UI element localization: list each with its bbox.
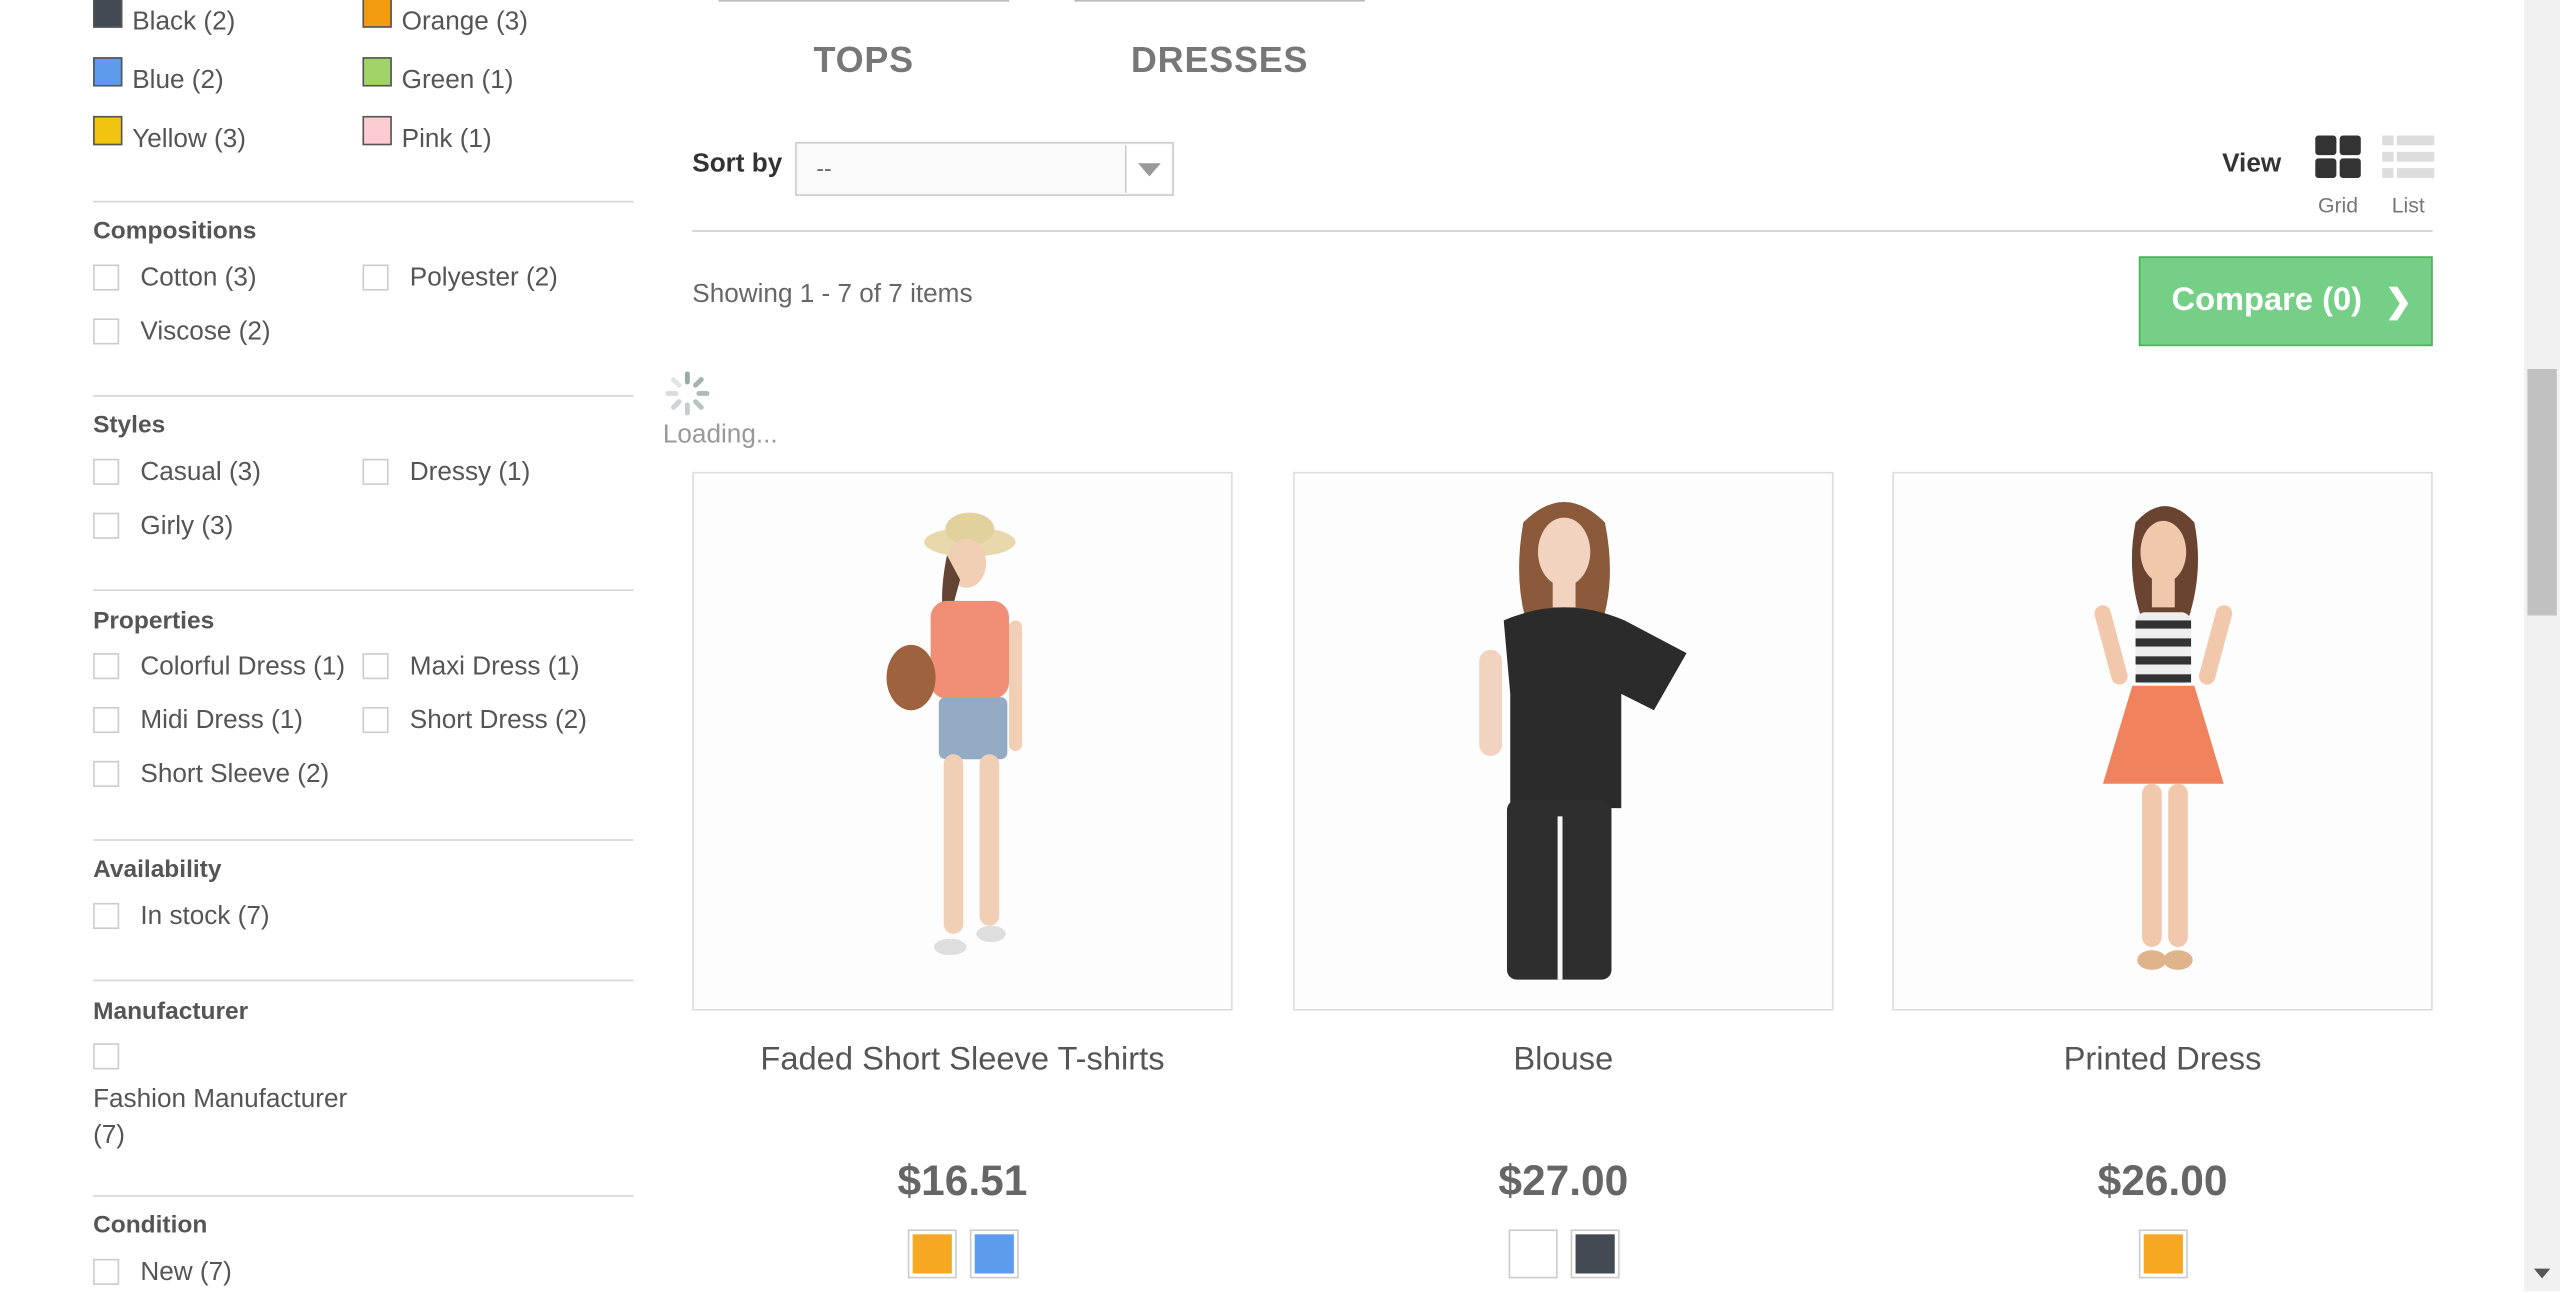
product-card[interactable]: Faded Short Sleeve T-shirts $16.51 (692, 471, 1233, 1279)
scrollbar-thumb[interactable] (2527, 368, 2557, 616)
sort-by-label: Sort by (692, 150, 783, 178)
color-swatch (93, 57, 123, 87)
model-photo (886, 512, 1023, 956)
color-filter-green[interactable]: Green (1) (362, 57, 513, 98)
chevron-right-icon: ❯ (2384, 284, 2413, 321)
filter-fashion-manufacturer[interactable] (93, 1043, 120, 1070)
color-option[interactable] (906, 1229, 956, 1279)
product-image[interactable] (1892, 471, 2433, 1011)
divider (93, 589, 634, 592)
availability-title: Availability (93, 855, 222, 884)
checkbox[interactable] (93, 1043, 120, 1070)
manufacturer-title: Manufacturer (93, 997, 249, 1026)
product-image[interactable] (692, 471, 1233, 1011)
checkbox[interactable] (93, 760, 120, 787)
scrollbar-track[interactable] (2524, 0, 2560, 1292)
filter-new[interactable]: New (7) (93, 1258, 232, 1288)
product-name[interactable]: Blouse (1293, 1042, 1833, 1080)
color-filter-pink[interactable]: Pink (1) (362, 115, 492, 157)
color-options (1892, 1229, 2432, 1279)
product-price: $26.00 (2097, 1155, 2228, 1205)
checkbox[interactable] (362, 458, 389, 485)
checkbox[interactable] (93, 653, 120, 680)
filter-short-dress[interactable]: Short Dress (2) (362, 706, 587, 736)
sort-select[interactable]: -- (795, 142, 1174, 196)
condition-title: Condition (93, 1211, 208, 1240)
loading-text: Loading... (662, 421, 778, 449)
filter-polyester[interactable]: Polyester (2) (362, 264, 558, 293)
filter-short-sleeve[interactable]: Short Sleeve (2) (93, 760, 329, 790)
checkbox[interactable] (362, 706, 389, 734)
color-option[interactable] (969, 1229, 1018, 1279)
list-view-button[interactable]: List (2380, 135, 2436, 217)
styles-title: Styles (93, 411, 166, 440)
divider (93, 839, 634, 841)
checkbox[interactable] (93, 458, 120, 485)
product-price: $16.51 (897, 1155, 1028, 1205)
model-photo (2094, 506, 2233, 970)
color-filter-orange[interactable]: Orange (3) (362, 0, 528, 39)
manufacturer-label[interactable]: Fashion Manufacturer (7) (93, 1082, 347, 1154)
category-tops[interactable]: TOPS (718, 0, 1010, 82)
filter-cotton[interactable]: Cotton (3) (93, 264, 257, 293)
filter-midi-dress[interactable]: Midi Dress (1) (93, 706, 303, 736)
filter-in-stock[interactable]: In stock (7) (93, 902, 270, 932)
checkbox[interactable] (93, 902, 120, 930)
color-filter-blue[interactable]: Blue (2) (93, 57, 224, 98)
view-label: View (2222, 150, 2282, 178)
grid-icon (2315, 135, 2361, 178)
showing-count: Showing 1 - 7 of 7 items (692, 280, 973, 309)
color-option[interactable] (2138, 1229, 2188, 1279)
category-dresses[interactable]: DRESSES (1074, 0, 1365, 82)
color-swatch (93, 115, 123, 146)
divider (93, 200, 634, 203)
divider (93, 395, 634, 397)
compare-button[interactable]: Compare (0) ❯ (2138, 256, 2433, 347)
product-card[interactable]: Printed Dress $26.00 (1892, 471, 2433, 1279)
model-photo (1479, 502, 1687, 980)
color-filter-yellow[interactable]: Yellow (3) (93, 115, 246, 157)
scroll-down-arrow-icon[interactable] (2529, 1260, 2555, 1286)
filter-girly[interactable]: Girly (3) (93, 512, 233, 542)
checkbox[interactable] (93, 318, 120, 345)
product-image[interactable] (1293, 471, 1834, 1011)
checkbox[interactable] (93, 706, 120, 734)
filter-casual[interactable]: Casual (3) (93, 458, 261, 488)
divider (93, 1195, 634, 1197)
color-option[interactable] (1569, 1229, 1619, 1279)
color-option[interactable] (1507, 1229, 1557, 1279)
color-swatch (93, 0, 123, 28)
product-name[interactable]: Printed Dress (1892, 1042, 2432, 1080)
color-options (692, 1229, 1232, 1279)
filter-colorful-dress[interactable]: Colorful Dress (1) (93, 653, 345, 682)
filter-viscose[interactable]: Viscose (2) (93, 318, 271, 347)
product-card[interactable]: Blouse $27.00 (1293, 471, 1834, 1279)
list-icon (2382, 135, 2435, 178)
checkbox[interactable] (93, 264, 120, 291)
product-name[interactable]: Faded Short Sleeve T-shirts (692, 1042, 1232, 1080)
color-swatch (362, 0, 392, 28)
product-price: $27.00 (1498, 1155, 1629, 1205)
grid-view-button[interactable]: Grid (2310, 135, 2366, 217)
checkbox[interactable] (362, 264, 389, 291)
divider (692, 230, 2433, 232)
properties-title: Properties (93, 607, 215, 636)
color-options (1293, 1229, 1833, 1279)
checkbox[interactable] (93, 1258, 120, 1285)
color-filter-black[interactable]: Black (2) (93, 0, 235, 39)
spinner-icon (663, 369, 712, 426)
compositions-title: Compositions (93, 217, 257, 245)
divider (93, 979, 634, 982)
checkbox[interactable] (93, 512, 120, 539)
checkbox[interactable] (362, 653, 389, 680)
color-swatch (362, 115, 392, 146)
filter-dressy[interactable]: Dressy (1) (362, 458, 530, 488)
chevron-down-icon[interactable] (1124, 145, 1171, 193)
filter-maxi-dress[interactable]: Maxi Dress (1) (362, 653, 580, 682)
color-swatch (362, 57, 392, 87)
